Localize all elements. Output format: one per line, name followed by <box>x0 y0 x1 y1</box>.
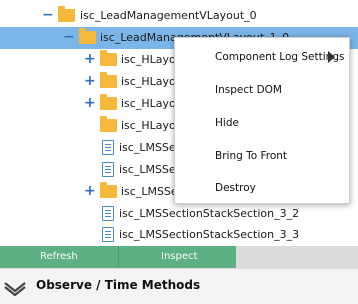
folder-icon <box>100 50 117 66</box>
inspect-button-label: Inspect <box>161 251 198 262</box>
folder-icon <box>100 182 117 198</box>
tree-row-label: isc_LMSSectionStackSection_3_3 <box>119 228 300 241</box>
document-icon <box>102 140 114 155</box>
tree-row[interactable]: isc_LMSSectionStackSection_3_3 <box>0 224 358 246</box>
tree-row[interactable]: isc_LMSSectionStackSection_3_2 <box>0 203 358 225</box>
document-icon <box>102 206 114 221</box>
button-bar: Refresh Inspect <box>0 246 358 268</box>
document-icon <box>102 227 114 242</box>
context-menu: Component Log Settings Inspect DOM Hide … <box>174 37 350 204</box>
menu-item-bring-to-front[interactable]: Bring To Front <box>215 150 287 162</box>
menu-item-destroy[interactable]: Destroy <box>215 182 256 194</box>
collapse-icon[interactable]: − <box>63 27 75 49</box>
folder-icon <box>100 72 117 88</box>
tree-row[interactable]: − isc_LeadManagementVLayout_0 <box>0 5 358 27</box>
expand-icon[interactable]: + <box>84 49 96 71</box>
expand-icon[interactable]: + <box>84 71 96 93</box>
section-title: Observe / Time Methods <box>36 278 201 292</box>
folder-icon <box>100 94 117 110</box>
expand-icon[interactable]: + <box>84 93 96 115</box>
folder-icon <box>79 28 96 44</box>
chevron-down-icon[interactable] <box>4 282 26 296</box>
folder-icon <box>58 6 75 22</box>
submenu-arrow-icon <box>328 51 335 63</box>
inspect-button[interactable]: Inspect <box>118 246 236 268</box>
collapse-icon[interactable]: − <box>42 5 54 27</box>
tree-row-label: isc_LMSSectionStackSection_3_2 <box>119 207 300 220</box>
refresh-button[interactable]: Refresh <box>0 246 118 268</box>
menu-item-inspect-dom[interactable]: Inspect DOM <box>215 84 282 96</box>
menu-item-hide[interactable]: Hide <box>215 117 239 129</box>
document-icon <box>102 162 114 177</box>
section-header[interactable]: Observe / Time Methods <box>0 268 358 304</box>
expand-icon[interactable] <box>84 115 94 137</box>
folder-icon <box>100 116 117 132</box>
expand-icon[interactable]: + <box>84 181 96 203</box>
refresh-button-label: Refresh <box>40 251 78 262</box>
tree-row-label: isc_LeadManagementVLayout_0 <box>80 9 257 22</box>
menu-item-component-log-settings[interactable]: Component Log Settings <box>215 51 344 63</box>
